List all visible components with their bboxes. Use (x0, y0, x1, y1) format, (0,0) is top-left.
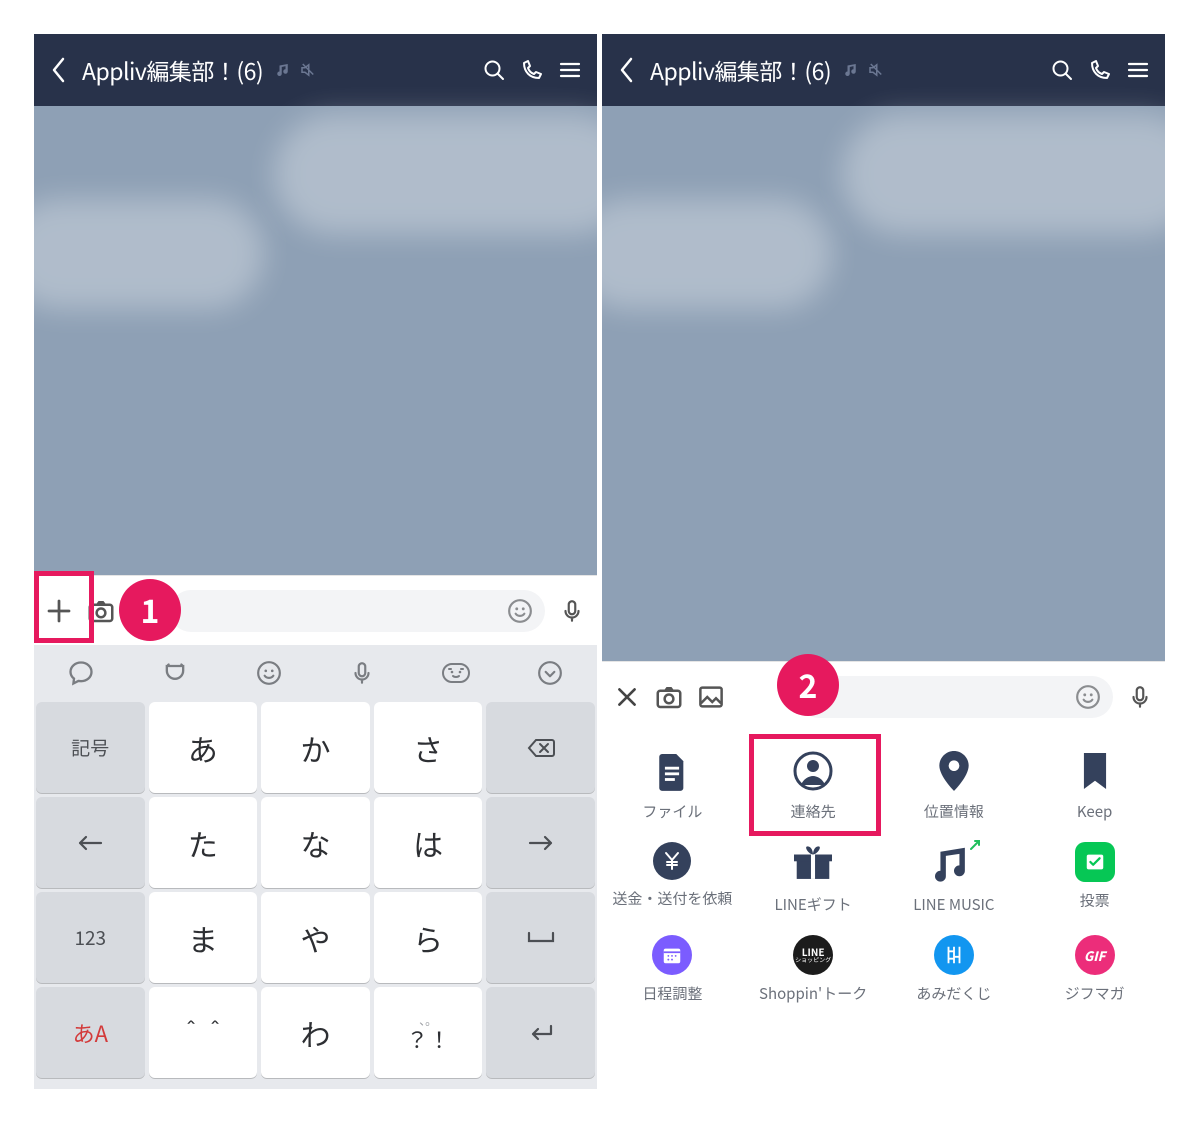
key-ra[interactable]: ら (374, 892, 483, 983)
attach-label: 投票 (1080, 890, 1110, 911)
call-button[interactable] (1087, 57, 1113, 83)
status-icons (275, 61, 317, 79)
attach-gift[interactable]: LINEギフト (743, 842, 884, 915)
attachment-grid: ファイル 連絡先 位置情報 Keep 送金・送付を依頼 LINEギフト (602, 731, 1165, 1022)
attach-label: LINE MUSIC (913, 894, 994, 915)
bookmark-icon (1073, 749, 1117, 793)
voice-button[interactable] (557, 596, 587, 626)
key-ya[interactable]: や (261, 892, 370, 983)
close-attach-button[interactable] (612, 682, 642, 712)
kbd-tab-kaomoji[interactable] (409, 645, 503, 700)
attach-label: ファイル (642, 801, 702, 822)
chat-title: Appliv編集部！(6) (82, 53, 263, 87)
cloud (842, 114, 1165, 234)
chat-header: Appliv編集部！(6) (34, 34, 597, 106)
vote-icon (1075, 842, 1115, 882)
ladder-icon (934, 935, 974, 975)
key-symbol[interactable]: 記号 (36, 702, 145, 793)
key-sa[interactable]: さ (374, 702, 483, 793)
kbd-tab-more[interactable] (503, 645, 597, 700)
message-input[interactable] (798, 676, 1113, 718)
gif-icon: GIF (1075, 935, 1115, 975)
key-right[interactable] (486, 797, 595, 888)
input-bar-expanded (602, 661, 1165, 731)
cloud (274, 114, 597, 234)
key-na[interactable]: な (261, 797, 370, 888)
highlight-plus (34, 571, 94, 643)
attach-label: 位置情報 (924, 801, 984, 822)
menu-button[interactable] (557, 57, 583, 83)
attach-music[interactable]: LINE MUSIC (884, 842, 1025, 915)
chat-header: Appliv編集部！(6) (602, 34, 1165, 106)
key-mode[interactable]: あA (36, 987, 145, 1078)
back-button[interactable] (48, 59, 70, 81)
key-a[interactable]: あ (149, 702, 258, 793)
attach-amidakuji[interactable]: あみだくじ (884, 935, 1025, 1004)
badge-2: 2 (777, 654, 839, 716)
emoji-button[interactable] (507, 598, 533, 624)
calendar-icon (652, 935, 692, 975)
kbd-tab-mic[interactable] (315, 645, 409, 700)
key-wa[interactable]: わ (261, 987, 370, 1078)
search-button[interactable] (481, 57, 507, 83)
attach-keep[interactable]: Keep (1024, 749, 1165, 822)
yen-icon (653, 842, 691, 880)
chat-title: Appliv編集部！(6) (650, 53, 831, 87)
attach-shopping[interactable]: LINE ショッピング Shoppin'トーク (743, 935, 884, 1004)
voice-button[interactable] (1125, 682, 1155, 712)
kbd-tab-chat[interactable] (34, 645, 128, 700)
emoji-button[interactable] (1075, 684, 1101, 710)
key-enter[interactable] (486, 987, 595, 1078)
attach-label: 送金・送付を依頼 (612, 888, 732, 909)
attach-label: あみだくじ (916, 983, 991, 1004)
attach-label: ジフマガ (1065, 983, 1125, 1004)
call-button[interactable] (519, 57, 545, 83)
key-punct-bot: ？！ (406, 1027, 450, 1051)
message-input[interactable] (170, 590, 545, 632)
music-icon (843, 61, 861, 79)
attach-label: Keep (1077, 801, 1112, 822)
key-123[interactable]: 123 (36, 892, 145, 983)
attach-pay[interactable]: 送金・送付を依頼 (602, 842, 743, 915)
key-left[interactable] (36, 797, 145, 888)
search-button[interactable] (1049, 57, 1075, 83)
highlight-contact (749, 734, 881, 836)
back-button[interactable] (616, 59, 638, 81)
line-shopping-icon: LINE ショッピング (793, 935, 833, 975)
music-icon (275, 61, 293, 79)
menu-button[interactable] (1125, 57, 1151, 83)
badge-1: 1 (119, 579, 181, 641)
key-backspace[interactable] (486, 702, 595, 793)
attach-label: Shoppin'トーク (759, 983, 867, 1004)
key-space[interactable] (486, 892, 595, 983)
gallery-button[interactable] (696, 682, 726, 712)
line-shopping-bot: ショッピング (795, 957, 831, 963)
kbd-tab-sticker[interactable] (128, 645, 222, 700)
key-ta[interactable]: た (149, 797, 258, 888)
kbd-tab-emoji[interactable] (222, 645, 316, 700)
file-icon (650, 749, 694, 793)
music-note-icon (932, 842, 976, 886)
attach-label: LINEギフト (775, 894, 852, 915)
key-ha[interactable]: は (374, 797, 483, 888)
gift-icon (791, 842, 835, 886)
key-ka[interactable]: か (261, 702, 370, 793)
attach-label: 日程調整 (642, 983, 702, 1004)
keyboard-tabs (34, 645, 597, 700)
muted-icon (867, 61, 885, 79)
attach-vote[interactable]: 投票 (1024, 842, 1165, 915)
key-kaomoji[interactable]: ＾＾ (149, 987, 258, 1078)
attach-location[interactable]: 位置情報 (884, 749, 1025, 822)
muted-icon (299, 61, 317, 79)
attach-file[interactable]: ファイル (602, 749, 743, 822)
attach-schedule[interactable]: 日程調整 (602, 935, 743, 1004)
attach-gif[interactable]: GIF ジフマガ (1024, 935, 1165, 1004)
key-ma[interactable]: ま (149, 892, 258, 983)
status-icons (843, 61, 885, 79)
pin-icon (932, 749, 976, 793)
camera-button[interactable] (654, 682, 684, 712)
key-punct[interactable]: 、。？！ (374, 987, 483, 1078)
cloud (602, 199, 832, 309)
cloud (34, 199, 264, 309)
